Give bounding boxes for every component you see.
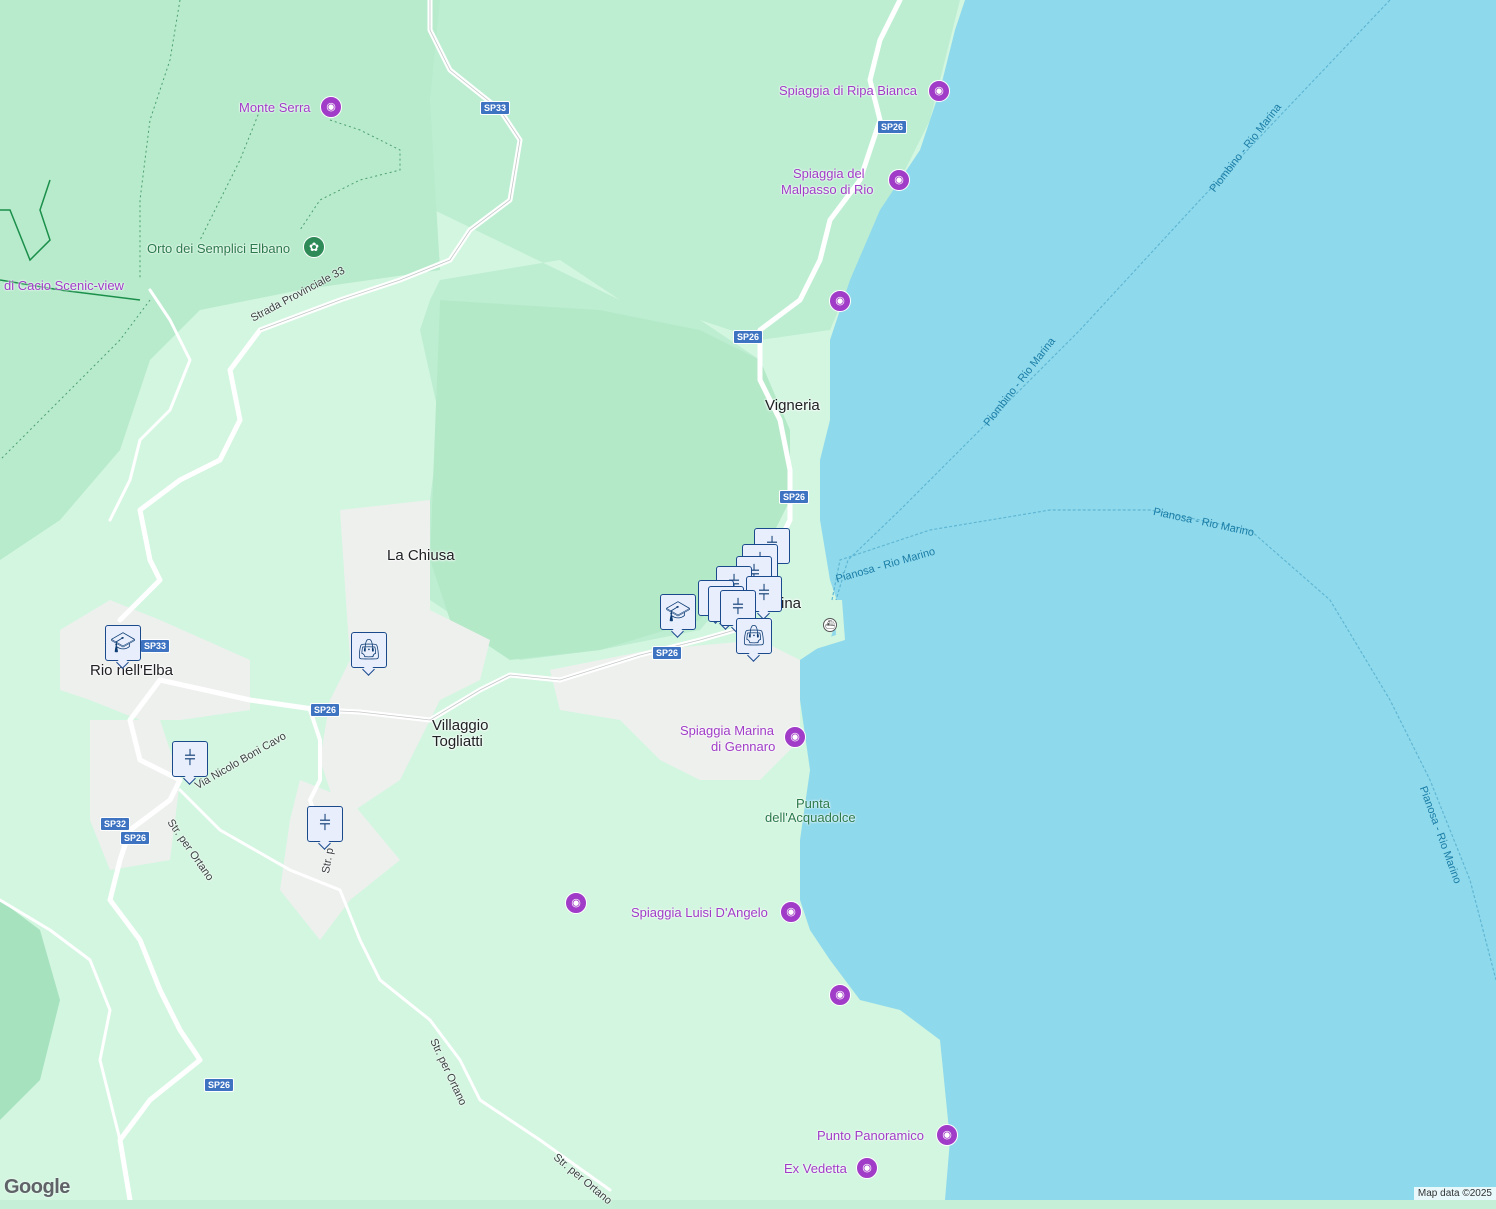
- shield-sp26-vigneria: SP26: [779, 490, 810, 504]
- school-icon: 🎓︎: [110, 632, 136, 654]
- shield-sp32: SP32: [100, 817, 131, 831]
- shield-sp26-villaggio: SP26: [310, 703, 341, 717]
- place-villaggio-line2[interactable]: Togliatti: [432, 734, 483, 750]
- shopping-bag-icon: 👜︎: [741, 625, 767, 647]
- shield-sp26-south: SP26: [204, 1078, 235, 1092]
- restaurant-icon: ⫩: [758, 583, 770, 605]
- shield-sp33-rio-elba: SP33: [140, 639, 171, 653]
- shopping-pin-la-chiusa[interactable]: 👜︎: [351, 632, 387, 668]
- camera-icon[interactable]: ◉: [565, 892, 587, 914]
- poi-label-vedetta[interactable]: Ex Vedetta: [784, 1161, 847, 1177]
- shield-sp26-ripa: SP26: [877, 120, 908, 134]
- shield-sp26-vigneria-north: SP26: [733, 330, 764, 344]
- place-rio-marina[interactable]: ina: [781, 596, 801, 612]
- shopping-pin-rio-marina[interactable]: 👜︎: [736, 618, 772, 654]
- camera-icon[interactable]: ◉: [320, 96, 342, 118]
- poi-label-marina-gennaro-1[interactable]: Spiaggia Marina: [680, 723, 774, 739]
- camera-icon[interactable]: ◉: [936, 1124, 958, 1146]
- restaurant-icon: ⫩: [184, 748, 196, 770]
- camera-icon[interactable]: ◉: [829, 984, 851, 1006]
- shield-sp26-rio-marina: SP26: [652, 646, 683, 660]
- google-logo: Google: [4, 1176, 70, 1198]
- garden-icon[interactable]: ✿: [303, 236, 325, 258]
- camera-icon[interactable]: ◉: [780, 901, 802, 923]
- school-pin-rio-elba[interactable]: 🎓︎: [105, 625, 141, 661]
- map-attribution[interactable]: Map data ©2025: [1413, 1187, 1496, 1200]
- shield-sp33-north: SP33: [480, 101, 511, 115]
- place-la-chiusa[interactable]: La Chiusa: [387, 548, 455, 564]
- poi-label-luisi[interactable]: Spiaggia Luisi D'Angelo: [631, 905, 768, 921]
- poi-label-panoramico[interactable]: Punto Panoramico: [817, 1128, 924, 1144]
- poi-label-monte-serra[interactable]: Monte Serra: [239, 100, 311, 116]
- school-icon: 🎓︎: [665, 601, 691, 623]
- restaurant-icon: ⫩: [732, 597, 744, 619]
- shopping-bag-icon: 👜︎: [356, 639, 382, 661]
- poi-label-malpasso-1[interactable]: Spiaggia del: [793, 166, 865, 182]
- camera-icon[interactable]: ◉: [928, 80, 950, 102]
- poi-label-marina-gennaro-2[interactable]: di Gennaro: [711, 739, 775, 755]
- place-villaggio-line1[interactable]: Villaggio: [432, 718, 488, 734]
- restaurant-icon: ⫩: [319, 813, 331, 835]
- poi-label-cacio[interactable]: di Cacio Scenic-view: [4, 278, 124, 294]
- nature-label-punta-2: dell'Acquadolce: [765, 810, 856, 825]
- shield-sp26-rio-elba-south: SP26: [120, 831, 151, 845]
- place-rio-nell-elba[interactable]: Rio nell'Elba: [90, 663, 173, 679]
- poi-label-malpasso-2[interactable]: Malpasso di Rio: [781, 182, 874, 198]
- restaurant-pin-villaggio[interactable]: ⫩: [307, 806, 343, 842]
- ferry-terminal-icon[interactable]: ⛴: [823, 618, 837, 632]
- camera-icon[interactable]: ◉: [829, 290, 851, 312]
- nature-label-orto[interactable]: Orto dei Semplici Elbano: [147, 241, 290, 257]
- place-vigneria[interactable]: Vigneria: [765, 398, 820, 414]
- camera-icon[interactable]: ◉: [888, 169, 910, 191]
- camera-icon[interactable]: ◉: [856, 1157, 878, 1179]
- restaurant-pin-rio-elba[interactable]: ⫩: [172, 741, 208, 777]
- school-pin-rio-marina[interactable]: 🎓︎: [660, 594, 696, 630]
- camera-icon[interactable]: ◉: [784, 726, 806, 748]
- poi-label-ripa-bianca[interactable]: Spiaggia di Ripa Bianca: [779, 83, 917, 99]
